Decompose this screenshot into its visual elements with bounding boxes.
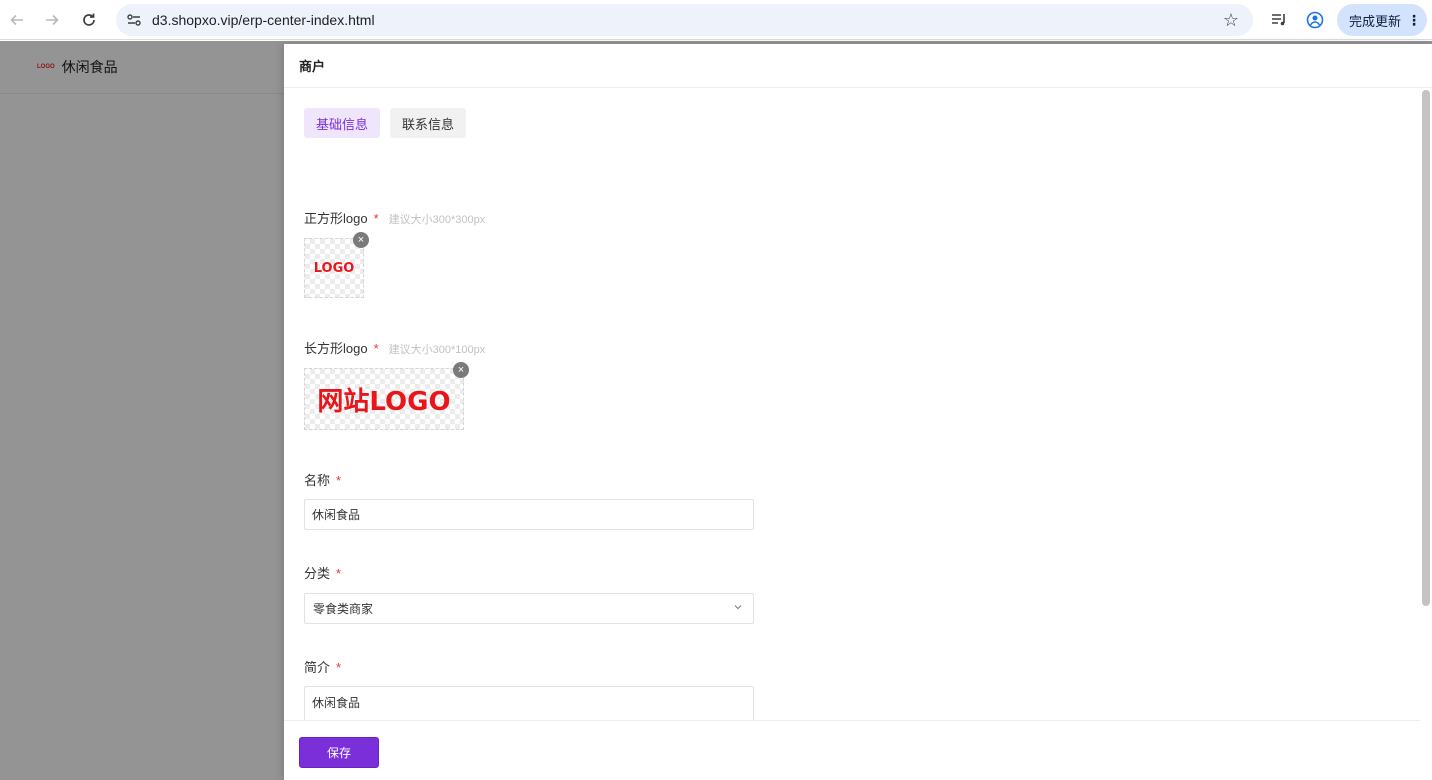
intro-label: 简介 (304, 660, 331, 675)
url-text[interactable]: d3.shopxo.vip/erp-center-index.html (152, 12, 1215, 28)
update-button-label: 完成更新 (1349, 13, 1402, 29)
tab-contact-info[interactable]: 联系信息 (390, 108, 467, 138)
bookmark-star-icon[interactable]: ☆ (1215, 4, 1247, 36)
drawer-footer: 保存 (284, 720, 1420, 780)
required-mark: * (373, 211, 379, 226)
required-mark: * (373, 341, 379, 356)
remove-rect-logo-icon[interactable]: × (453, 362, 469, 378)
intro-label-row: 简介 * (304, 657, 341, 676)
name-label: 名称 (304, 473, 331, 488)
category-label-row: 分类 * (304, 563, 341, 582)
reload-icon[interactable] (77, 8, 101, 32)
browser-toolbar: d3.shopxo.vip/erp-center-index.html ☆ 完成… (0, 0, 1432, 40)
reading-list-icon[interactable] (1267, 8, 1291, 32)
category-label: 分类 (304, 566, 331, 581)
update-button[interactable]: 完成更新 ⋮ (1337, 4, 1427, 36)
drawer-title: 商户 (284, 44, 1432, 88)
save-button[interactable]: 保存 (299, 737, 379, 768)
name-input[interactable]: 休闲食品 (304, 499, 754, 530)
required-mark: * (336, 566, 342, 581)
square-logo-image[interactable]: LOGO (304, 238, 364, 298)
square-logo-hint: 建议大小300*300px (388, 214, 486, 226)
rect-logo-label-row: 长方形logo * 建议大小300*100px (304, 338, 485, 357)
form-tabs: 基础信息 联系信息 (304, 108, 476, 138)
category-select-value: 零食类商家 (313, 602, 374, 616)
drawer-scrollbar[interactable] (1422, 90, 1430, 606)
square-logo-label: 正方形logo (304, 211, 368, 226)
tab-basic-info[interactable]: 基础信息 (304, 108, 381, 138)
forward-arrow-icon[interactable] (40, 8, 64, 32)
square-logo-label-row: 正方形logo * 建议大小300*300px (304, 208, 485, 227)
remove-square-logo-icon[interactable]: × (353, 232, 369, 248)
back-arrow-icon[interactable] (5, 8, 29, 32)
drawer-body: 基础信息 联系信息 正方形logo * 建议大小300*300px LOGO ×… (284, 88, 1420, 720)
address-bar[interactable]: d3.shopxo.vip/erp-center-index.html ☆ (116, 4, 1253, 36)
site-settings-icon[interactable] (118, 4, 150, 36)
rect-logo-hint: 建议大小300*100px (388, 344, 486, 356)
required-mark: * (336, 660, 342, 675)
merchant-drawer: 商户 基础信息 联系信息 正方形logo * 建议大小300*300px LOG… (284, 44, 1432, 780)
profile-icon[interactable] (1303, 8, 1327, 32)
required-mark: * (336, 473, 342, 488)
square-logo-image-text: LOGO (313, 260, 355, 276)
chevron-down-icon (733, 602, 743, 615)
rect-logo-image[interactable]: 网站LOGO (304, 368, 464, 430)
category-select[interactable]: 零食类商家 (304, 593, 754, 624)
intro-textarea[interactable]: 休闲食品 (304, 686, 754, 720)
rect-logo-image-text: 网站LOGO (317, 386, 451, 417)
rect-logo-label: 长方形logo (304, 341, 368, 356)
more-menu-icon[interactable]: ⋮ (1407, 12, 1421, 29)
name-label-row: 名称 * (304, 470, 341, 489)
